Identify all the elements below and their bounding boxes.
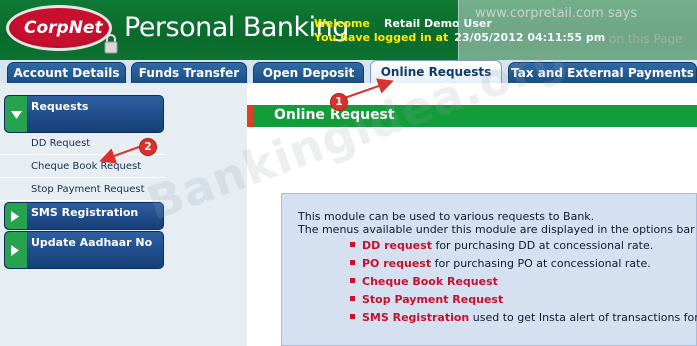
app-header: CorpNet Personal Banking Welcome Retail D… — [0, 0, 697, 112]
alert-message: on this Page — [609, 32, 683, 46]
alert-title: www.corpretail.com says — [475, 6, 638, 21]
chevron-right-icon — [11, 245, 19, 256]
sidebar-menu: Requests DD Request Cheque Book Request … — [0, 83, 247, 346]
link-dd-request[interactable]: DD request — [362, 239, 432, 252]
link-po-request[interactable]: PO request — [362, 257, 431, 270]
option-description: for purchasing PO at concessional rate. — [431, 257, 651, 270]
intro-line-1: This module can be used to various reque… — [298, 210, 595, 223]
tab-funds-transfer[interactable]: Funds Transfer — [131, 62, 247, 83]
bullet-icon — [350, 296, 355, 301]
menu-requests-label: Requests — [31, 100, 89, 113]
option-sms-registration: SMS Registration used to get Insta alert… — [350, 311, 697, 324]
bullet-icon — [350, 242, 355, 247]
tab-account-details[interactable]: Account Details — [7, 62, 126, 83]
link-stop-payment-request[interactable]: Stop Payment Request — [362, 293, 503, 306]
option-po-request: PO request for purchasing PO at concessi… — [350, 257, 651, 270]
option-dd-request: DD request for purchasing DD at concessi… — [350, 239, 654, 252]
callout-badge-1: 1 — [330, 93, 348, 111]
link-cheque-book-request[interactable]: Cheque Book Request — [362, 275, 498, 288]
submenu-cheque-book-request[interactable]: Cheque Book Request — [0, 156, 165, 178]
bullet-icon — [350, 260, 355, 265]
corpnet-logo: CorpNet — [6, 3, 118, 57]
info-panel: This module can be used to various reque… — [281, 193, 697, 346]
chevron-right-icon — [11, 211, 19, 222]
menu-update-aadhaar-label: Update Aadhaar No — [31, 236, 153, 249]
menu-sms-registration[interactable]: SMS Registration — [4, 202, 164, 230]
option-description: for purchasing DD at concessional rate. — [431, 239, 654, 252]
bullet-icon — [350, 314, 355, 319]
option-cheque-book-request: Cheque Book Request — [350, 275, 498, 288]
tab-open-deposit[interactable]: Open Deposit — [253, 62, 364, 83]
welcome-label: Welcome — [314, 17, 370, 30]
menu-sms-registration-label: SMS Registration — [31, 206, 139, 219]
menu-update-aadhaar[interactable]: Update Aadhaar No — [4, 231, 164, 269]
option-description: used to get Insta alert of transactions … — [469, 311, 697, 324]
bullet-icon — [350, 278, 355, 283]
chevron-down-icon — [11, 111, 22, 119]
option-stop-payment-request: Stop Payment Request — [350, 293, 503, 306]
menu-requests-header[interactable]: Requests — [4, 95, 164, 133]
login-label: You have logged in at — [314, 31, 449, 44]
logo-text: CorpNet — [24, 18, 103, 38]
callout-badge-2: 2 — [139, 138, 157, 156]
lock-icon — [104, 34, 118, 54]
main-tab-bar: Account Details Funds Transfer Open Depo… — [0, 60, 697, 83]
link-sms-registration[interactable]: SMS Registration — [362, 311, 469, 324]
intro-line-2: The menus available under this module ar… — [298, 223, 695, 236]
